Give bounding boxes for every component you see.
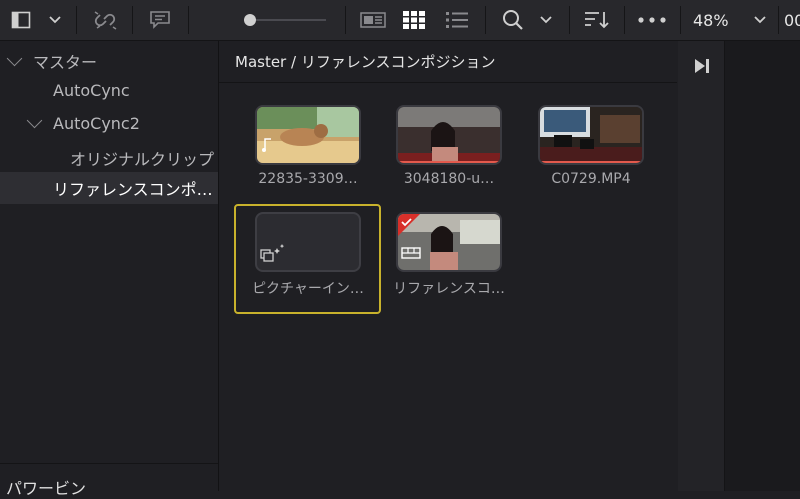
clip-thumbnail[interactable]: 3048180-u… xyxy=(396,105,502,195)
sidebar-item-label: AutoCync xyxy=(53,80,130,100)
viewer-panel xyxy=(678,41,800,491)
clip-image xyxy=(538,105,644,165)
sidebar-item-label: AutoCync2 xyxy=(53,113,140,133)
sidebar-item-original-clips[interactable]: オリジナルクリップ xyxy=(0,142,218,174)
thumbnail-size-slider[interactable] xyxy=(238,0,328,40)
breadcrumb: Master / リファレンスコンポジション xyxy=(219,41,677,83)
sidebar-item-autocync2[interactable]: AutoCync2 xyxy=(0,107,218,139)
clip-thumbnail[interactable]: C0729.MP4 xyxy=(538,105,644,195)
grid-view-icon[interactable] xyxy=(398,0,430,40)
sidebar-item-label: オリジナルクリップ xyxy=(70,150,215,169)
clip-image xyxy=(255,105,361,165)
sidebar-item-reference-composition[interactable]: リファレンスコンポ… xyxy=(0,172,218,204)
comment-icon[interactable] xyxy=(142,0,178,40)
clip-thumbnail[interactable]: 22835-3309… xyxy=(255,105,361,195)
sidebar-item-label: リファレンスコンポ… xyxy=(53,180,213,199)
bin-sidebar: マスター AutoCync AutoCync2 オリジナルクリップ リファレンス… xyxy=(0,41,219,498)
chevron-down-icon[interactable] xyxy=(26,112,43,129)
clip-label: 3048180-u… xyxy=(403,171,495,187)
list-view-icon[interactable] xyxy=(441,0,473,40)
clip-image xyxy=(396,212,502,272)
power-bin-label: パワービン xyxy=(6,479,87,498)
power-bin-section: パワービン xyxy=(0,463,218,498)
chevron-down-icon[interactable] xyxy=(42,0,68,40)
skip-to-end-icon[interactable] xyxy=(693,57,711,79)
zoom-chevron-icon[interactable] xyxy=(747,0,773,40)
toolbar: 48% 00 xyxy=(0,0,800,41)
zoom-level-text: 48% xyxy=(693,10,729,30)
unlink-icon[interactable] xyxy=(88,0,122,40)
clip-label: C0729.MP4 xyxy=(551,171,631,187)
clip-label: ピクチャーイン… xyxy=(252,281,364,297)
timecode-display: 00 xyxy=(784,0,800,40)
sort-icon[interactable] xyxy=(580,0,614,40)
breadcrumb-path: Master / リファレンスコンポジション xyxy=(235,53,496,71)
sidebar-item-autocync[interactable]: AutoCync xyxy=(0,74,218,106)
media-pool-content: Master / リファレンスコンポジション 22835-3309… 30481… xyxy=(219,41,677,491)
clip-thumbnail-selected[interactable]: ピクチャーイン… xyxy=(252,212,364,302)
clip-thumbnail[interactable]: リファレンスコ… xyxy=(393,212,505,302)
zoom-level[interactable]: 48% xyxy=(693,0,741,40)
clip-image xyxy=(396,105,502,165)
panel-toggle-icon[interactable] xyxy=(6,0,36,40)
clip-label: 22835-3309… xyxy=(258,171,358,187)
clip-image xyxy=(255,212,361,272)
clip-label: リファレンスコ… xyxy=(393,281,505,297)
viewer-side-strip xyxy=(678,41,725,491)
chevron-down-icon[interactable] xyxy=(6,50,23,67)
search-icon[interactable] xyxy=(497,0,529,40)
more-options-icon[interactable] xyxy=(634,0,670,40)
sidebar-item-master[interactable]: マスター xyxy=(0,45,218,77)
sidebar-item-label: マスター xyxy=(33,53,98,72)
metadata-view-icon[interactable] xyxy=(357,0,389,40)
timecode-text: 00 xyxy=(784,10,800,30)
search-chevron-icon[interactable] xyxy=(533,0,559,40)
